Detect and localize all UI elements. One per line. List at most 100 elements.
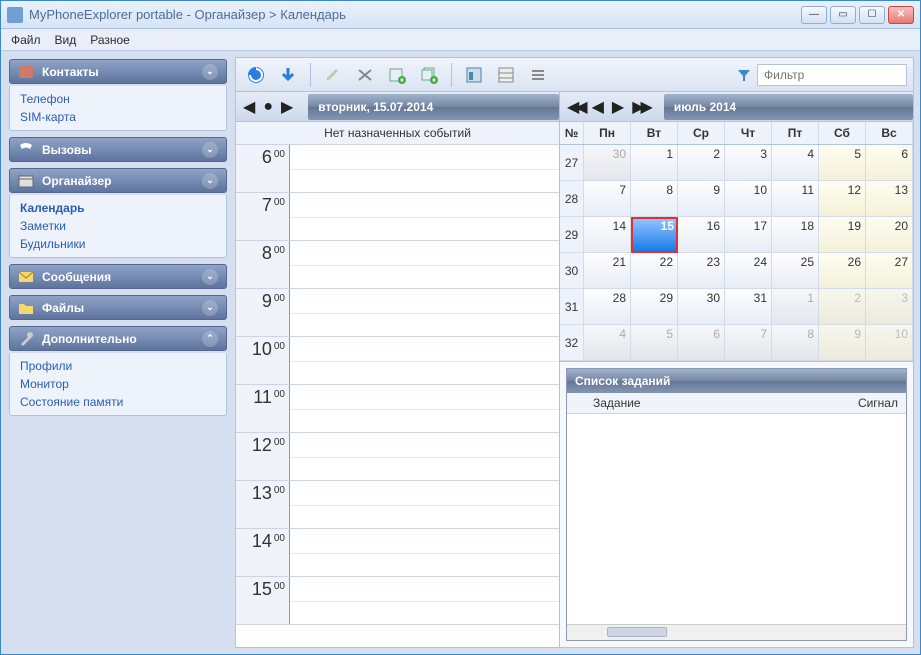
calendar-day[interactable]: 1: [772, 289, 819, 325]
calendar-day[interactable]: 24: [725, 253, 772, 289]
calendar-day[interactable]: 28: [584, 289, 631, 325]
hour-row[interactable]: 1500: [236, 577, 559, 625]
sidebar-item-profiles[interactable]: Профили: [20, 359, 216, 373]
calendar-day[interactable]: 8: [631, 181, 678, 217]
close-button[interactable]: ✕: [888, 6, 914, 24]
scrollbar-thumb[interactable]: [607, 627, 667, 637]
sidebar-item-alarms[interactable]: Будильники: [20, 237, 216, 251]
sidebar-header-extra[interactable]: Дополнительно ⌃: [9, 326, 227, 351]
hour-cell[interactable]: [290, 433, 559, 480]
add-multi-button[interactable]: [415, 61, 443, 89]
hour-row[interactable]: 700: [236, 193, 559, 241]
view-day-button[interactable]: [460, 61, 488, 89]
menu-view[interactable]: Вид: [55, 33, 77, 47]
hour-row[interactable]: 1400: [236, 529, 559, 577]
calendar-day[interactable]: 1: [631, 145, 678, 181]
sidebar-header-files[interactable]: Файлы ⌄: [9, 295, 227, 320]
calendar-day[interactable]: 30: [584, 145, 631, 181]
hour-row[interactable]: 1000: [236, 337, 559, 385]
calendar-day[interactable]: 21: [584, 253, 631, 289]
tasks-col-alarm[interactable]: Сигнал: [836, 393, 906, 413]
calendar-day[interactable]: 2: [819, 289, 866, 325]
next-day-button[interactable]: ▶: [278, 97, 296, 117]
tasks-col-status[interactable]: [567, 393, 585, 413]
calendar-day[interactable]: 26: [819, 253, 866, 289]
calendar-day[interactable]: 27: [866, 253, 913, 289]
view-list-button[interactable]: [524, 61, 552, 89]
calendar-day[interactable]: 3: [725, 145, 772, 181]
calendar-day[interactable]: 23: [678, 253, 725, 289]
today-button[interactable]: ●: [260, 98, 276, 116]
calendar-day[interactable]: 29: [631, 289, 678, 325]
calendar-day[interactable]: 7: [584, 181, 631, 217]
sidebar-item-sim[interactable]: SIM-карта: [20, 110, 216, 124]
calendar-day[interactable]: 5: [631, 325, 678, 361]
hour-cell[interactable]: [290, 337, 559, 384]
hour-cell[interactable]: [290, 289, 559, 336]
tasks-col-task[interactable]: Задание: [585, 393, 836, 413]
calendar-day[interactable]: 25: [772, 253, 819, 289]
view-week-button[interactable]: [492, 61, 520, 89]
hour-cell[interactable]: [290, 193, 559, 240]
calendar-day[interactable]: 16: [678, 217, 725, 253]
calendar-day[interactable]: 19: [819, 217, 866, 253]
calendar-day[interactable]: 10: [866, 325, 913, 361]
calendar-day[interactable]: 14: [584, 217, 631, 253]
hour-cell[interactable]: [290, 145, 559, 192]
sidebar-header-calls[interactable]: Вызовы ⌄: [9, 137, 227, 162]
calendar-day[interactable]: 3: [866, 289, 913, 325]
menu-other[interactable]: Разное: [90, 33, 130, 47]
edit-button[interactable]: [319, 61, 347, 89]
next-month-button[interactable]: ▶: [609, 97, 627, 117]
calendar-day[interactable]: 31: [725, 289, 772, 325]
calendar-day[interactable]: 4: [772, 145, 819, 181]
calendar-day[interactable]: 7: [725, 325, 772, 361]
prev-day-button[interactable]: ◀: [240, 97, 258, 117]
calendar-day[interactable]: 13: [866, 181, 913, 217]
hour-cell[interactable]: [290, 577, 559, 624]
restore-button[interactable]: ▭: [830, 6, 856, 24]
calendar-day[interactable]: 2: [678, 145, 725, 181]
calendar-day[interactable]: 5: [819, 145, 866, 181]
next-year-button[interactable]: ▶▶: [629, 97, 652, 117]
sidebar-item-memory[interactable]: Состояние памяти: [20, 395, 216, 409]
sidebar-header-messages[interactable]: Сообщения ⌄: [9, 264, 227, 289]
calendar-day-today[interactable]: 15: [631, 217, 678, 253]
hour-grid[interactable]: 600700800900100011001200130014001500: [236, 145, 559, 647]
calendar-day[interactable]: 8: [772, 325, 819, 361]
hour-row[interactable]: 1300: [236, 481, 559, 529]
prev-year-button[interactable]: ◀◀: [564, 97, 587, 117]
tasks-body[interactable]: [567, 414, 906, 624]
sidebar-header-organizer[interactable]: Органайзер ⌄: [9, 168, 227, 193]
sidebar-item-monitor[interactable]: Монитор: [20, 377, 216, 391]
calendar-day[interactable]: 6: [678, 325, 725, 361]
calendar-day[interactable]: 9: [819, 325, 866, 361]
calendar-day[interactable]: 12: [819, 181, 866, 217]
hour-row[interactable]: 1100: [236, 385, 559, 433]
calendar-day[interactable]: 30: [678, 289, 725, 325]
maximize-button[interactable]: ☐: [859, 6, 885, 24]
add-event-button[interactable]: [383, 61, 411, 89]
hour-cell[interactable]: [290, 481, 559, 528]
refresh-button[interactable]: [242, 61, 270, 89]
calendar-day[interactable]: 20: [866, 217, 913, 253]
filter-input[interactable]: [757, 64, 907, 86]
minimize-button[interactable]: —: [801, 6, 827, 24]
calendar-day[interactable]: 9: [678, 181, 725, 217]
prev-month-button[interactable]: ◀: [589, 97, 607, 117]
hour-row[interactable]: 1200: [236, 433, 559, 481]
sidebar-item-calendar[interactable]: Календарь: [20, 201, 216, 215]
calendar-day[interactable]: 11: [772, 181, 819, 217]
calendar-day[interactable]: 18: [772, 217, 819, 253]
hour-cell[interactable]: [290, 241, 559, 288]
calendar-day[interactable]: 22: [631, 253, 678, 289]
download-button[interactable]: [274, 61, 302, 89]
hour-cell[interactable]: [290, 529, 559, 576]
hour-cell[interactable]: [290, 385, 559, 432]
sidebar-item-notes[interactable]: Заметки: [20, 219, 216, 233]
sidebar-item-phone[interactable]: Телефон: [20, 92, 216, 106]
calendar-day[interactable]: 10: [725, 181, 772, 217]
calendar-day[interactable]: 4: [584, 325, 631, 361]
calendar-day[interactable]: 6: [866, 145, 913, 181]
hour-row[interactable]: 800: [236, 241, 559, 289]
